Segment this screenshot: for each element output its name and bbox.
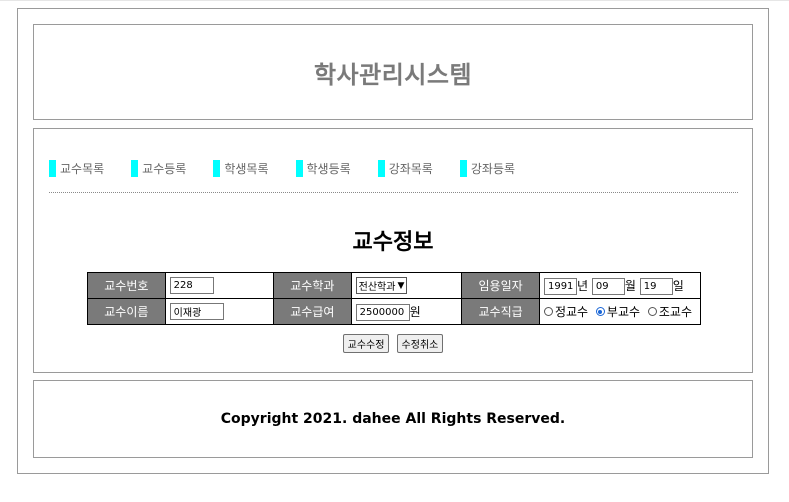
rank-option-label: 정교수 bbox=[554, 305, 589, 319]
form-title: 교수정보 bbox=[352, 230, 434, 255]
nav-label: 학생등록 bbox=[306, 162, 351, 176]
department-selected-value: 전산학과 bbox=[358, 282, 396, 293]
professor-info-table: 교수번호 교수학과 전산학과 ▼ 임용일자 년 월 일 교수이름 bbox=[87, 272, 702, 325]
salary-unit: 원 bbox=[409, 304, 421, 319]
site-title: 학사관리시스템 bbox=[313, 60, 473, 89]
hire-year-input[interactable] bbox=[543, 277, 577, 295]
hire-date-cell: 년 월 일 bbox=[538, 272, 702, 299]
nav-marker-icon bbox=[459, 160, 467, 177]
nav-marker-icon bbox=[295, 160, 303, 177]
professor-name-label: 교수이름 bbox=[87, 298, 166, 325]
table-row: 교수번호 교수학과 전산학과 ▼ 임용일자 년 월 일 bbox=[87, 272, 702, 299]
nav-item-student-register[interactable]: 학생등록 bbox=[295, 160, 351, 177]
professor-id-input[interactable] bbox=[169, 277, 214, 294]
nav-label: 학생목록 bbox=[224, 162, 269, 176]
nav-label: 교수등록 bbox=[142, 162, 187, 176]
form-buttons: 교수수정 수정취소 bbox=[34, 333, 752, 353]
rank-option-label: 조교수 bbox=[658, 305, 692, 319]
nav-marker-icon bbox=[49, 160, 56, 177]
nav-item-student-list[interactable]: 학생목록 bbox=[213, 160, 269, 177]
top-edge-line bbox=[0, 0, 789, 1]
update-professor-button[interactable]: 교수수정 bbox=[342, 334, 390, 353]
chevron-down-icon: ▼ bbox=[397, 280, 405, 291]
main-box: 교수목록 교수등록 학생목록 학생등록 강좌목록 강좌등록 교수정보 교수번호 bbox=[33, 128, 753, 373]
nav-item-professor-list[interactable]: 교수목록 bbox=[49, 160, 104, 177]
nav-label: 교수목록 bbox=[60, 162, 105, 176]
copyright-text: Copyright 2021. dahee All Rights Reserve… bbox=[220, 411, 566, 427]
nav-marker-icon bbox=[213, 160, 221, 177]
year-unit: 년 bbox=[576, 278, 589, 293]
month-unit: 월 bbox=[624, 278, 636, 293]
hire-date-label: 임용일자 bbox=[461, 272, 540, 299]
nav-item-course-list[interactable]: 강좌목록 bbox=[377, 160, 433, 177]
department-cell: 전산학과 ▼ bbox=[350, 272, 463, 299]
nav-item-course-register[interactable]: 강좌등록 bbox=[459, 160, 516, 177]
cancel-edit-button[interactable]: 수정취소 bbox=[396, 334, 444, 353]
radio-circle-icon bbox=[647, 307, 657, 316]
day-unit: 일 bbox=[672, 278, 684, 293]
professor-id-label: 교수번호 bbox=[87, 272, 166, 299]
rank-label: 교수직급 bbox=[461, 298, 540, 325]
nav-divider bbox=[49, 192, 738, 193]
nav-marker-icon bbox=[377, 160, 385, 177]
rank-radio-full[interactable]: 정교수 bbox=[543, 303, 589, 320]
footer-box: Copyright 2021. dahee All Rights Reserve… bbox=[33, 380, 753, 458]
nav-marker-icon bbox=[131, 160, 139, 177]
professor-id-cell bbox=[164, 272, 274, 299]
nav-menu: 교수목록 교수등록 학생목록 학생등록 강좌목록 강좌등록 bbox=[49, 160, 542, 177]
header-box: 학사관리시스템 bbox=[33, 24, 753, 120]
rank-cell: 정교수 부교수 조교수 bbox=[538, 298, 702, 325]
hire-day-input[interactable] bbox=[639, 277, 673, 295]
salary-cell: 원 bbox=[350, 298, 463, 325]
department-label: 교수학과 bbox=[272, 272, 352, 299]
table-row: 교수이름 교수급여 원 교수직급 정교수 부교수 조교수 bbox=[87, 298, 702, 325]
rank-radio-assistant[interactable]: 조교수 bbox=[647, 303, 692, 320]
radio-selected-icon bbox=[595, 307, 605, 316]
nav-label: 강좌등록 bbox=[470, 162, 516, 176]
rank-option-label: 부교수 bbox=[606, 305, 641, 319]
professor-name-input[interactable] bbox=[169, 303, 224, 320]
hire-month-input[interactable] bbox=[591, 277, 625, 295]
radio-circle-icon bbox=[543, 307, 553, 316]
professor-name-cell bbox=[164, 298, 274, 325]
nav-item-professor-register[interactable]: 교수등록 bbox=[131, 160, 186, 177]
salary-input[interactable] bbox=[355, 303, 410, 321]
rank-radio-associate[interactable]: 부교수 bbox=[595, 303, 641, 320]
nav-label: 강좌목록 bbox=[388, 162, 433, 176]
salary-label: 교수급여 bbox=[272, 298, 352, 325]
department-select[interactable]: 전산학과 ▼ bbox=[355, 277, 408, 294]
